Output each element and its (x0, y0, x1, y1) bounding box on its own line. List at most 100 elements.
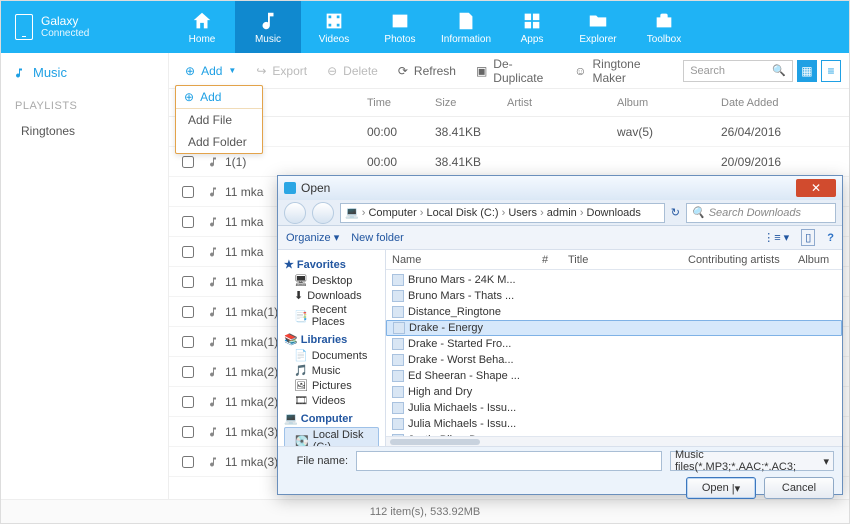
dialog-file-row[interactable]: Julia Michaels - Issu... (386, 400, 842, 416)
row-time: 00:00 (367, 125, 435, 139)
audio-file-icon (392, 370, 404, 382)
breadcrumb-segment[interactable]: Computer (368, 207, 423, 219)
dlg-col-name[interactable]: Name (386, 254, 536, 266)
refresh-icon[interactable]: ↻ (671, 206, 680, 219)
tree-documents[interactable]: 📄 Documents (284, 348, 379, 363)
tree-videos[interactable]: 🎞 Videos (284, 393, 379, 408)
sidebar-item-ringtones[interactable]: Ringtones (1, 118, 168, 144)
new-folder-button[interactable]: New folder (351, 232, 404, 244)
breadcrumb-segment[interactable]: Downloads (587, 207, 641, 219)
tree-downloads[interactable]: ⬇ Downloads (284, 288, 379, 303)
device-block[interactable]: Galaxy Connected (1, 14, 169, 40)
tree-recent[interactable]: 📑 Recent Places (284, 303, 379, 329)
nav-apps[interactable]: Apps (499, 1, 565, 53)
search-input[interactable]: Search 🔍 (683, 60, 793, 82)
delete-button[interactable]: ⊖ Delete (319, 60, 386, 82)
nav-forward-button[interactable] (312, 202, 334, 224)
tree-local-disk[interactable]: 💽 Local Disk (C:) (284, 427, 379, 446)
nav-home[interactable]: Home (169, 1, 235, 53)
deduplicate-button[interactable]: ▣ De-Duplicate (468, 53, 562, 89)
row-checkbox[interactable] (182, 426, 194, 438)
horizontal-scrollbar[interactable] (386, 436, 842, 446)
nav-videos[interactable]: Videos (301, 1, 367, 53)
table-row[interactable]: 1(1)00:0038.41KB20/09/2016 (169, 147, 849, 177)
col-time[interactable]: Time (367, 97, 435, 109)
tree-desktop[interactable]: 🖥 Desktop (284, 273, 379, 288)
row-checkbox[interactable] (182, 156, 194, 168)
breadcrumb-segment[interactable]: Local Disk (C:) (426, 207, 505, 219)
nav-music[interactable]: Music (235, 1, 301, 53)
dialog-file-row[interactable]: Julia Michaels - Issu... (386, 416, 842, 432)
device-name: Galaxy (41, 15, 89, 28)
dialog-file-row[interactable]: Drake - Energy (386, 320, 842, 336)
dlg-col-num[interactable]: # (536, 254, 562, 266)
col-date[interactable]: Date Added (721, 97, 817, 109)
tree-libraries[interactable]: 📚 Libraries (284, 333, 379, 346)
dialog-file-row[interactable]: Ed Sheeran - Shape ... (386, 368, 842, 384)
row-checkbox[interactable] (182, 396, 194, 408)
dialog-file-row[interactable]: Drake - Started Fro... (386, 336, 842, 352)
audio-file-icon (392, 306, 404, 318)
nav-information[interactable]: Information (433, 1, 499, 53)
organize-button[interactable]: Organize ▾ (286, 231, 339, 244)
plus-icon: ⊕ (185, 64, 195, 78)
breadcrumb-segment[interactable]: Users (508, 207, 543, 219)
add-folder-item[interactable]: Add Folder (176, 131, 262, 153)
dialog-file-row[interactable]: Bruno Mars - 24K M... (386, 272, 842, 288)
column-headers: Name Time Size Artist Album Date Added (169, 89, 849, 117)
dlg-col-artists[interactable]: Contributing artists (682, 254, 792, 266)
refresh-button[interactable]: ⟳ Refresh (390, 60, 464, 82)
refresh-label: Refresh (414, 64, 456, 78)
view-grid-button[interactable]: ▦ (797, 60, 817, 82)
breadcrumb-segment[interactable]: admin (547, 207, 584, 219)
nav-explorer[interactable]: Explorer (565, 1, 631, 53)
close-button[interactable]: ✕ (796, 179, 836, 197)
preview-pane-button[interactable]: ▯ (801, 229, 815, 246)
row-time: 00:00 (367, 155, 435, 169)
sidebar-music[interactable]: Music (1, 53, 168, 90)
row-checkbox[interactable] (182, 216, 194, 228)
export-button[interactable]: ↪ Export (248, 60, 315, 82)
row-name: 11 mka(1) (225, 335, 278, 349)
nav-back-button[interactable] (284, 202, 306, 224)
breadcrumb[interactable]: 💻ComputerLocal Disk (C:)UsersadminDownlo… (340, 203, 665, 223)
row-checkbox[interactable] (182, 246, 194, 258)
dlg-col-title[interactable]: Title (562, 254, 682, 266)
dialog-file-row[interactable]: High and Dry (386, 384, 842, 400)
filename-field[interactable] (356, 451, 662, 471)
view-options-button[interactable]: ⋮≡ ▾ (763, 231, 789, 244)
file-name: Drake - Energy (409, 322, 483, 334)
tree-pictures[interactable]: 🖼 Pictures (284, 378, 379, 393)
file-type-select[interactable]: Music files(*.MP3;*.AAC;*.AC3;▾ (670, 451, 834, 471)
dlg-col-album[interactable]: Album (792, 254, 842, 266)
nav-toolbox[interactable]: Toolbox (631, 1, 697, 53)
tree-music[interactable]: 🎵 Music (284, 363, 379, 378)
dialog-file-row[interactable]: Bruno Mars - Thats ... (386, 288, 842, 304)
help-button[interactable]: ? (827, 232, 834, 244)
ringtone-icon: ☺ (574, 64, 586, 78)
view-list-button[interactable]: ≡ (821, 60, 841, 82)
delete-icon: ⊖ (327, 64, 337, 78)
music-note-icon (207, 246, 219, 258)
row-checkbox[interactable] (182, 306, 194, 318)
table-row[interactable]: 100:0038.41KBwav(5)26/04/2016 (169, 117, 849, 147)
col-album[interactable]: Album (617, 97, 721, 109)
cancel-button[interactable]: Cancel (764, 477, 834, 499)
tree-favorites[interactable]: ★ Favorites (284, 258, 379, 271)
row-checkbox[interactable] (182, 186, 194, 198)
row-checkbox[interactable] (182, 456, 194, 468)
dialog-search-input[interactable]: 🔍 Search Downloads (686, 203, 836, 223)
dialog-file-row[interactable]: Distance_Ringtone (386, 304, 842, 320)
nav-photos[interactable]: Photos (367, 1, 433, 53)
row-checkbox[interactable] (182, 366, 194, 378)
row-checkbox[interactable] (182, 276, 194, 288)
add-button[interactable]: ⊕ Add ▼ (177, 60, 244, 82)
open-button[interactable]: Open |▾ (686, 477, 756, 499)
col-size[interactable]: Size (435, 97, 507, 109)
col-artist[interactable]: Artist (507, 97, 617, 109)
add-file-item[interactable]: Add File (176, 109, 262, 131)
dialog-file-row[interactable]: Drake - Worst Beha... (386, 352, 842, 368)
tree-computer[interactable]: 💻 Computer (284, 412, 379, 425)
ringtone-maker-button[interactable]: ☺ Ringtone Maker (566, 53, 675, 89)
row-checkbox[interactable] (182, 336, 194, 348)
